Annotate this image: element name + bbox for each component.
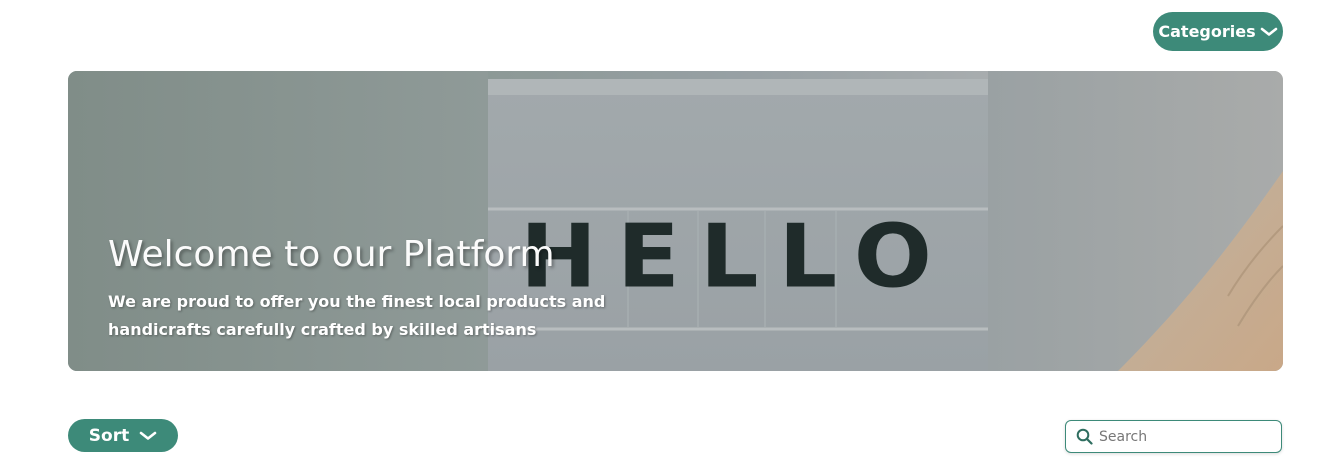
chevron-down-icon <box>139 431 157 441</box>
sort-dropdown-button[interactable]: Sort <box>68 419 178 452</box>
chevron-down-icon <box>1260 27 1278 37</box>
categories-dropdown-button[interactable]: Categories <box>1153 12 1283 51</box>
hero-title: Welcome to our Platform <box>108 234 555 275</box>
categories-label: Categories <box>1158 22 1256 41</box>
sort-label: Sort <box>88 425 130 446</box>
search-icon <box>1076 428 1093 445</box>
hero-banner: HELLO Welcome to our Platform We are pro… <box>68 71 1283 371</box>
search-input[interactable] <box>1099 428 1281 445</box>
page: Categories HELLO Welcome to our Platform… <box>0 0 1331 476</box>
hero-subtitle: We are proud to offer you the finest loc… <box>108 292 606 339</box>
search-box[interactable] <box>1065 420 1282 453</box>
